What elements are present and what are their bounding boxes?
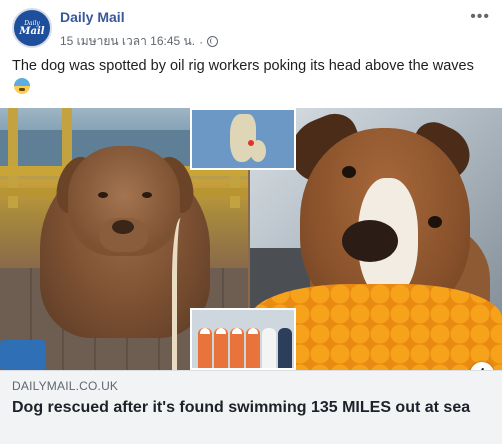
map-inset [190, 108, 296, 170]
worker [278, 328, 292, 368]
dog-eye [428, 216, 442, 228]
caption-text: The dog was spotted by oil rig workers p… [12, 58, 474, 74]
link-preview-card[interactable]: DAILYMAIL.CO.UK Dog rescued after it's f… [0, 370, 502, 444]
dog-eye [98, 192, 108, 198]
dog-nose [342, 220, 398, 262]
link-domain: DAILYMAIL.CO.UK [12, 379, 119, 393]
dog-eye [142, 192, 152, 198]
post-timestamp[interactable]: 15 เมษายน เวลา 16:45 น. [60, 32, 195, 51]
link-headline[interactable]: Dog rescued after it's found swimming 13… [12, 398, 490, 418]
hard-hat [216, 328, 226, 334]
facebook-post: Daily Mail Daily Mail 15 เมษายน เวลา 16:… [0, 0, 502, 444]
hard-hat [232, 328, 242, 334]
worker [230, 328, 244, 368]
more-options-icon[interactable]: ••• [470, 8, 490, 26]
post-meta: 15 เมษายน เวลา 16:45 น. · [60, 32, 219, 51]
map-pin-icon [248, 140, 254, 146]
post-header: Daily Mail Daily Mail 15 เมษายน เวลา 16:… [12, 6, 490, 50]
hard-hat [248, 328, 258, 334]
dog-nose [112, 220, 134, 234]
page-name-link[interactable]: Daily Mail [60, 9, 125, 25]
globe-icon[interactable] [207, 36, 219, 47]
post-caption: The dog was spotted by oil rig workers p… [12, 56, 490, 98]
rig-workers-photo-inset [190, 308, 296, 370]
worker [246, 328, 260, 368]
link-preview-image[interactable] [0, 108, 502, 370]
meta-separator: · [199, 34, 204, 49]
blue-bucket [0, 340, 46, 370]
worker [214, 328, 228, 368]
anxious-face-emoji-icon [14, 78, 30, 94]
hard-hat [200, 328, 210, 334]
dog-eye [342, 166, 356, 178]
page-avatar[interactable]: Daily Mail [12, 8, 52, 48]
worker [262, 328, 276, 368]
worker [198, 328, 212, 368]
avatar-text-bottom: Mail [19, 25, 45, 37]
